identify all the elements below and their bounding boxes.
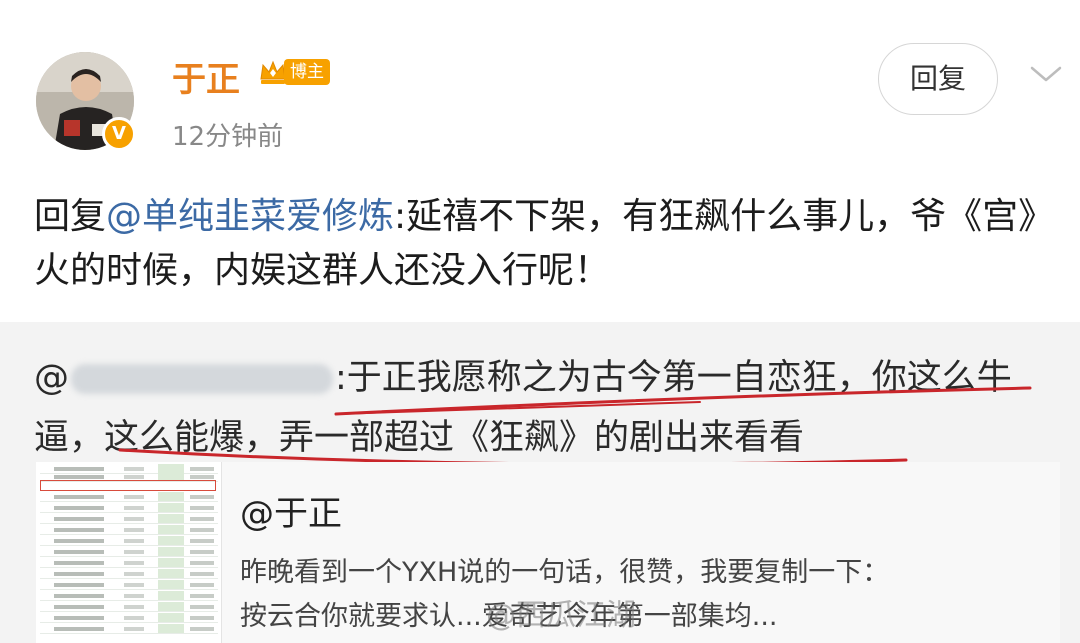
chevron-down-icon[interactable] <box>1028 62 1064 86</box>
watermark: @西瓜江湖 <box>486 598 636 633</box>
card-text-line: 昨晚看到一个YXH说的一句话，很赞，我要复制一下： <box>240 557 890 588</box>
quoted-text: @:于正我愿称之为古今第一自恋狂，你这么牛逼，这么能爆，弄一部超过《狂飙》的剧出… <box>34 348 1044 468</box>
blogger-badge: 博主 <box>258 55 330 89</box>
verified-icon: V <box>102 117 136 151</box>
card-author[interactable]: @于正 <box>240 486 342 535</box>
timestamp: 12分钟前 <box>172 122 284 152</box>
reply-button[interactable]: 回复 <box>878 43 998 115</box>
comment-body: 回复@单纯韭菜爱修炼:延禧不下架，有狂飙什么事儿，爷《宫》火的时候，内娱这群人还… <box>34 190 1044 298</box>
quoted-at-sign: @ <box>34 358 69 398</box>
blogger-badge-label: 博主 <box>284 59 330 85</box>
reply-prefix: 回复 <box>34 196 107 237</box>
username[interactable]: 于正 <box>172 52 240 101</box>
weibo-comment: V 于正 博主 12分钟前 回复 回复@单纯韭菜爱修炼:延禧不下架，有狂飙什么事… <box>0 0 1080 643</box>
mention-link[interactable]: @单纯韭菜爱修炼 <box>106 196 394 237</box>
blurred-username <box>71 364 333 394</box>
ranking-table-thumbnail <box>36 462 222 643</box>
